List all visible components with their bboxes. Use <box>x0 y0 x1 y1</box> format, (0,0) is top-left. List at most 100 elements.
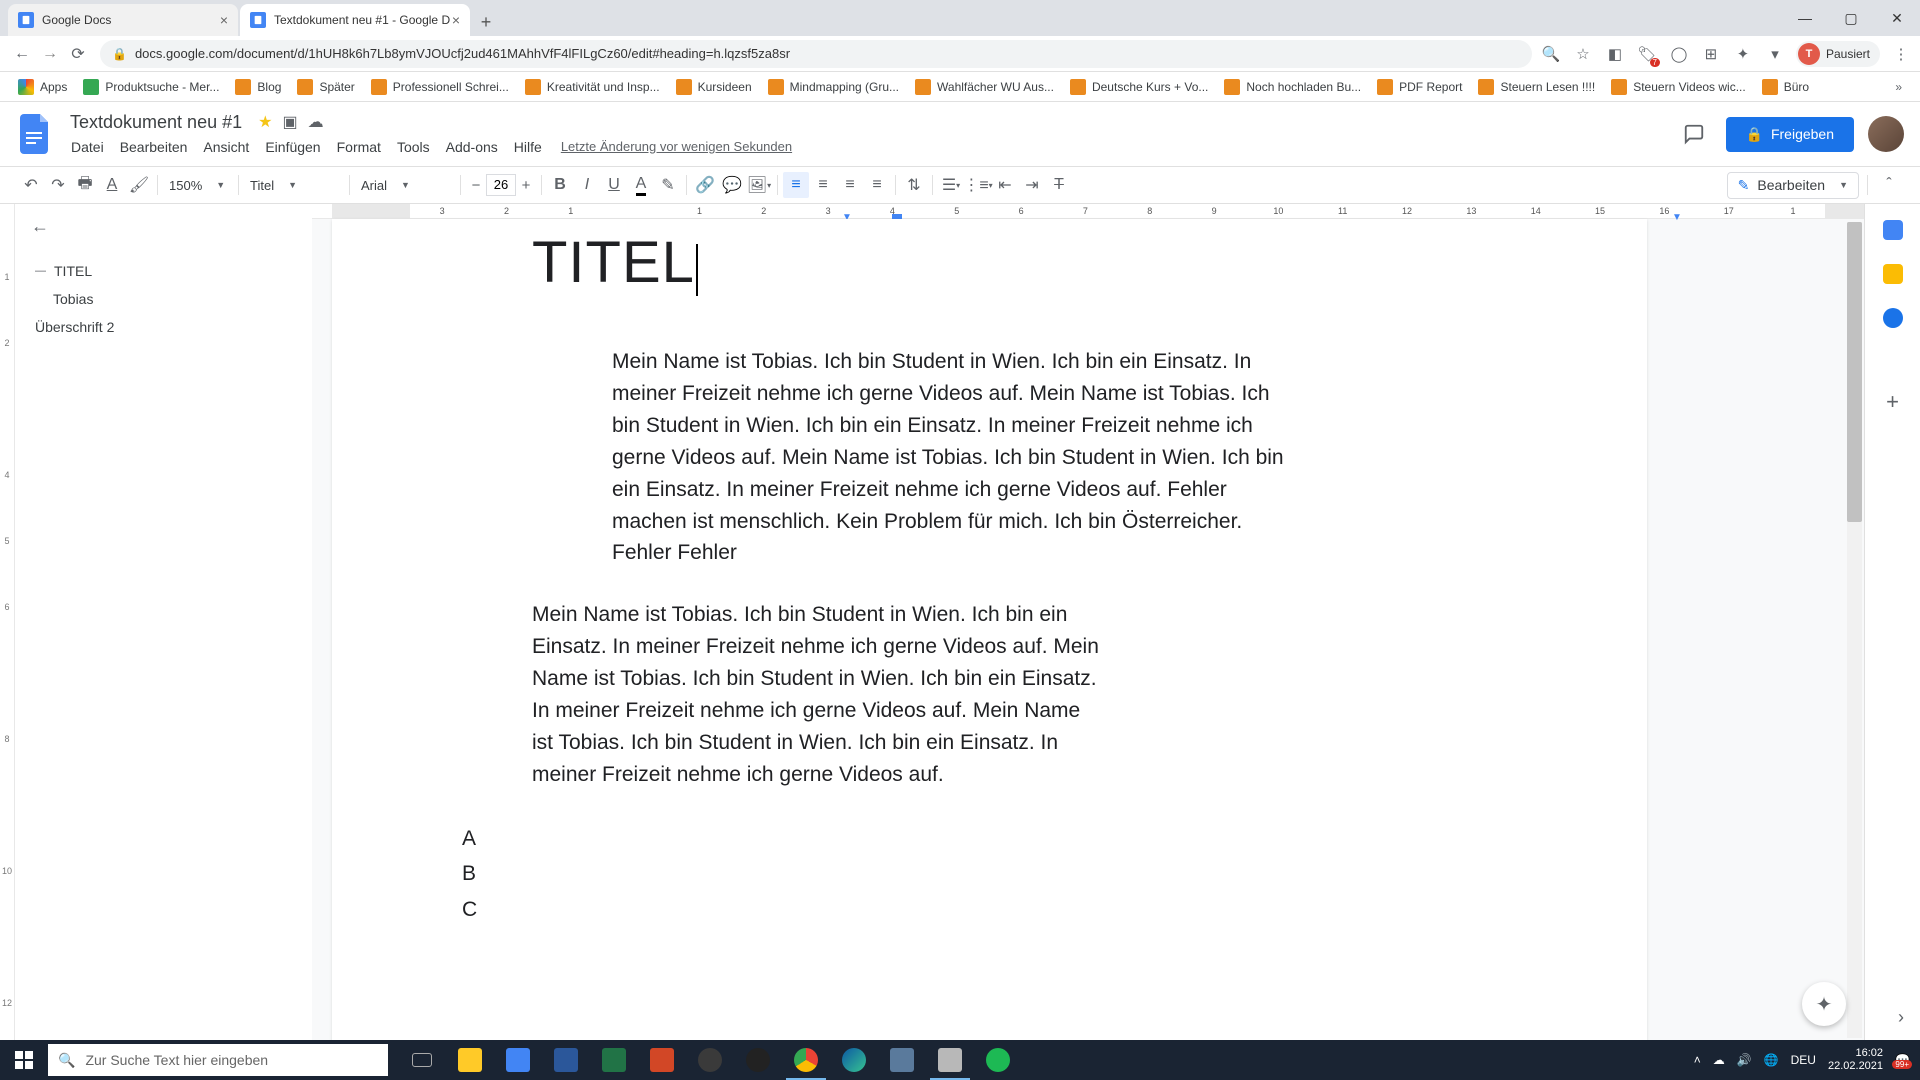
paragraph[interactable]: Mein Name ist Tobias. Ich bin Student in… <box>532 599 1102 790</box>
italic-button[interactable]: I <box>574 172 600 198</box>
extension-icon[interactable]: ◯ <box>1668 43 1690 65</box>
bookmark-item[interactable]: PDF Report <box>1371 75 1468 99</box>
bookmark-item[interactable]: Produktsuche - Mer... <box>77 75 225 99</box>
move-icon[interactable]: ▣ <box>282 112 297 132</box>
increase-indent-button[interactable]: ⇥ <box>1019 172 1045 198</box>
bookmark-item[interactable]: Später <box>291 75 360 99</box>
keep-icon[interactable] <box>1881 262 1905 286</box>
onedrive-icon[interactable]: ☁ <box>1713 1053 1725 1067</box>
print-button[interactable]: 🖶 <box>72 172 98 198</box>
minimize-button[interactable]: — <box>1782 0 1828 36</box>
star-icon[interactable]: ☆ <box>1572 43 1594 65</box>
start-button[interactable] <box>0 1040 48 1080</box>
menu-datei[interactable]: Datei <box>64 135 111 159</box>
powerpoint-icon[interactable] <box>638 1040 686 1080</box>
bookmark-item[interactable]: Büro <box>1756 75 1815 99</box>
undo-button[interactable]: ↶ <box>18 172 44 198</box>
hide-side-panel-button[interactable]: › <box>1898 1007 1904 1028</box>
outline-item[interactable]: Tobias <box>31 285 296 313</box>
extensions-menu-icon[interactable]: ✦ <box>1732 43 1754 65</box>
bookmark-item[interactable]: Blog <box>229 75 287 99</box>
list[interactable]: A B C <box>462 821 1447 928</box>
collapse-toolbar-button[interactable]: ˆ <box>1876 172 1902 198</box>
list-item[interactable]: B <box>462 856 1447 892</box>
clock[interactable]: 16:02 22.02.2021 <box>1828 1047 1883 1073</box>
word-icon[interactable] <box>542 1040 590 1080</box>
app-icon[interactable] <box>926 1040 974 1080</box>
bookmark-item[interactable]: Wahlfächer WU Aus... <box>909 75 1060 99</box>
editing-mode-dropdown[interactable]: ✎ Bearbeiten ▼ <box>1727 172 1859 199</box>
language-indicator[interactable]: DEU <box>1791 1053 1816 1067</box>
tray-expand-icon[interactable]: ˄ <box>1694 1053 1701 1067</box>
new-tab-button[interactable]: + <box>472 8 500 36</box>
browser-tab[interactable]: Google Docs × <box>8 4 238 36</box>
numbered-list-button[interactable]: ☰▾ <box>938 172 964 198</box>
bookmark-item[interactable]: Kursideen <box>670 75 758 99</box>
extension-icon[interactable]: ◧ <box>1604 43 1626 65</box>
bookmark-item[interactable]: Deutsche Kurs + Vo... <box>1064 75 1214 99</box>
bookmark-item[interactable]: Professionell Schrei... <box>365 75 515 99</box>
volume-icon[interactable]: 🔊 <box>1737 1053 1752 1067</box>
add-addon-button[interactable]: + <box>1881 390 1905 414</box>
decrease-indent-button[interactable]: ⇤ <box>992 172 1018 198</box>
reload-button[interactable]: ⟳ <box>64 40 92 68</box>
chrome-icon[interactable] <box>782 1040 830 1080</box>
extension-icon[interactable]: ▾ <box>1764 43 1786 65</box>
back-button[interactable]: ← <box>8 40 36 68</box>
indent-marker-icon[interactable]: ▼ <box>1672 212 1682 223</box>
app-icon[interactable] <box>686 1040 734 1080</box>
account-avatar[interactable] <box>1868 116 1904 152</box>
outline-item[interactable]: Überschrift 2 <box>31 313 296 341</box>
bookmark-item[interactable]: Kreativität und Insp... <box>519 75 666 99</box>
document-title[interactable]: Textdokument neu #1 <box>64 110 248 135</box>
redo-button[interactable]: ↷ <box>45 172 71 198</box>
bookmark-item[interactable]: Mindmapping (Gru... <box>762 75 905 99</box>
text-color-button[interactable]: A <box>628 172 654 198</box>
maximize-button[interactable]: ▢ <box>1828 0 1874 36</box>
zoom-icon[interactable]: 🔍 <box>1540 43 1562 65</box>
bookmark-item[interactable]: Steuern Videos wic... <box>1605 75 1752 99</box>
bulleted-list-button[interactable]: ⋮≡▾ <box>965 172 991 198</box>
close-icon[interactable]: × <box>220 12 228 28</box>
comments-button[interactable] <box>1676 116 1712 152</box>
star-icon[interactable]: ★ <box>258 112 272 132</box>
menu-einfuegen[interactable]: Einfügen <box>258 135 327 159</box>
underline-button[interactable]: U <box>601 172 627 198</box>
tasks-icon[interactable] <box>1881 306 1905 330</box>
increase-font-button[interactable]: + <box>516 173 536 197</box>
last-edit-text[interactable]: Letzte Änderung vor wenigen Sekunden <box>561 139 792 154</box>
menu-icon[interactable]: ⋮ <box>1890 43 1912 65</box>
calendar-icon[interactable] <box>1881 218 1905 242</box>
outline-item[interactable]: TITEL <box>31 257 296 285</box>
taskbar-search[interactable]: 🔍 Zur Suche Text hier eingeben <box>48 1044 388 1076</box>
insert-image-button[interactable]: 🖼▾ <box>746 172 772 198</box>
list-item[interactable]: A <box>462 821 1447 857</box>
share-button[interactable]: 🔒 Freigeben <box>1726 117 1854 152</box>
extension-icon[interactable]: ⊞ <box>1700 43 1722 65</box>
app-icon[interactable] <box>734 1040 782 1080</box>
insert-link-button[interactable]: 🔗 <box>692 172 718 198</box>
edge-icon[interactable] <box>830 1040 878 1080</box>
app-icon[interactable] <box>494 1040 542 1080</box>
bookmarks-overflow[interactable]: » <box>1889 76 1908 98</box>
menu-ansicht[interactable]: Ansicht <box>196 135 256 159</box>
menu-tools[interactable]: Tools <box>390 135 437 159</box>
align-right-button[interactable]: ≡ <box>837 172 863 198</box>
outline-back-button[interactable]: ← <box>31 216 296 237</box>
paint-format-button[interactable]: 🖌 <box>126 172 152 198</box>
zoom-dropdown[interactable]: 150%▼ <box>163 172 233 198</box>
file-explorer-icon[interactable] <box>446 1040 494 1080</box>
excel-icon[interactable] <box>590 1040 638 1080</box>
spellcheck-button[interactable]: A <box>99 172 125 198</box>
forward-button[interactable]: → <box>36 40 64 68</box>
insert-comment-button[interactable]: 💬 <box>719 172 745 198</box>
menu-addons[interactable]: Add-ons <box>439 135 505 159</box>
horizontal-ruler[interactable]: 32112345678910111213141516171 ▼ ▼ <box>312 204 1864 219</box>
browser-tab[interactable]: Textdokument neu #1 - Google D × <box>240 4 470 36</box>
clear-formatting-button[interactable]: T <box>1046 172 1072 198</box>
document-page[interactable]: TITEL Mein Name ist Tobias. Ich bin Stud… <box>332 219 1647 1040</box>
align-center-button[interactable]: ≡ <box>810 172 836 198</box>
extension-icon[interactable]: 🏷7 <box>1636 43 1658 65</box>
menu-format[interactable]: Format <box>330 135 388 159</box>
decrease-font-button[interactable]: − <box>466 173 486 197</box>
